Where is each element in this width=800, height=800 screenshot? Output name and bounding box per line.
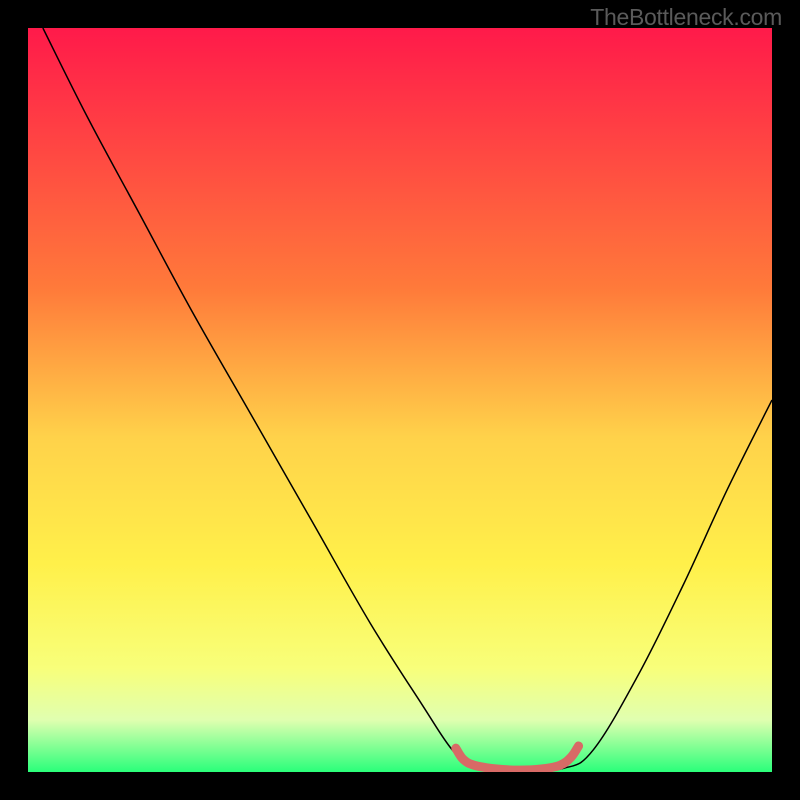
watermark-text: TheBottleneck.com: [590, 4, 782, 31]
chart-frame: [28, 28, 772, 772]
gradient-background: [28, 28, 772, 772]
bottleneck-chart: [28, 28, 772, 772]
